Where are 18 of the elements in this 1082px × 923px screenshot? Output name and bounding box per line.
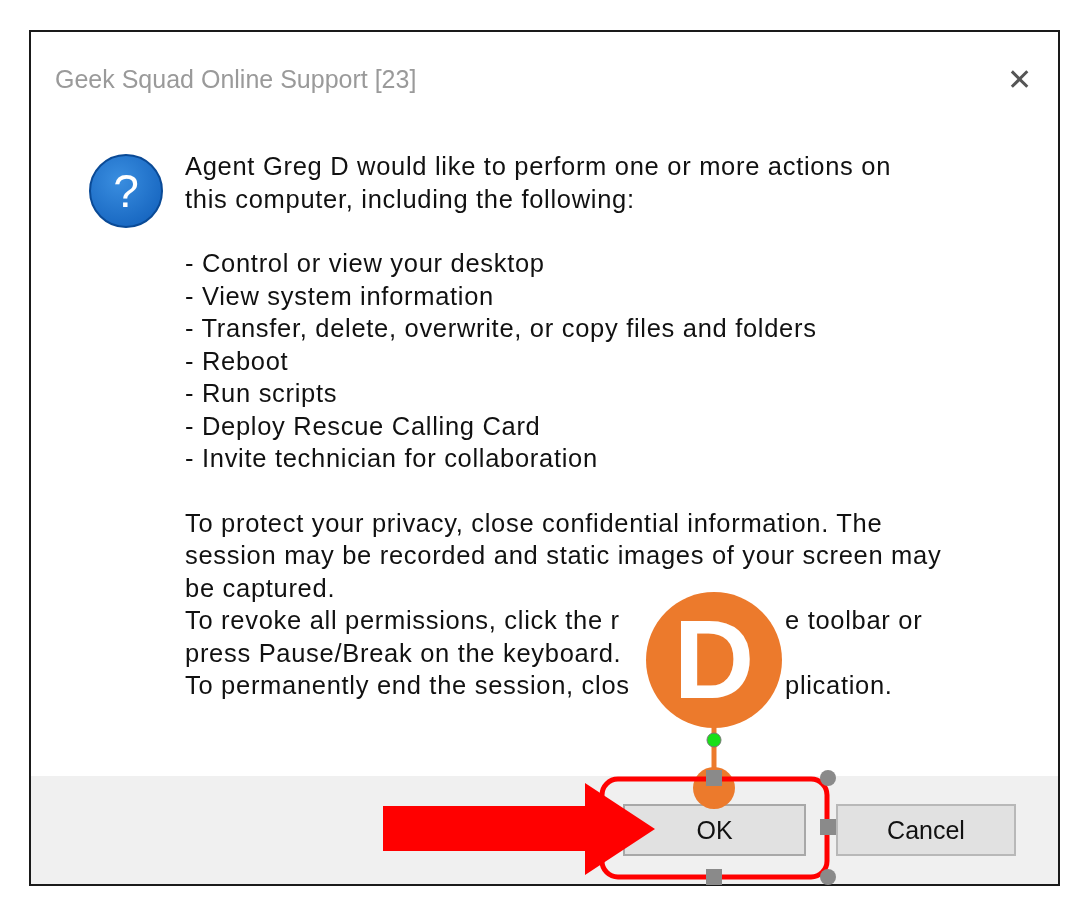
action-item: - Transfer, delete, overwrite, or copy files and folders (185, 313, 818, 344)
action-item: - Control or view your desktop (185, 248, 546, 279)
notice-text: To revoke all permissions, click the r (185, 605, 620, 636)
notice-text: plication. (785, 670, 893, 701)
intro-text: Agent Greg D would like to perform one or more actions on this computer, including the following: (185, 151, 893, 215)
question-icon: ? (89, 154, 163, 228)
close-button[interactable]: ✕ (1007, 61, 1032, 97)
ok-button[interactable]: OK (623, 804, 806, 856)
notice-text: To permanently end the session, clos (185, 670, 630, 701)
window-title: Geek Squad Online Support [23] (55, 64, 417, 94)
notice-text: e toolbar or (785, 605, 923, 636)
notice-text: press Pause/Break on the keyboard. (185, 637, 622, 669)
action-item: - View system information (185, 280, 495, 312)
cancel-button[interactable]: Cancel (836, 804, 1016, 856)
action-item: - Reboot (185, 345, 290, 377)
action-item: - Deploy Rescue Calling Card (185, 410, 542, 442)
action-item: - Run scripts (185, 378, 339, 409)
action-item: - Invite technician for collaboration (185, 443, 599, 474)
